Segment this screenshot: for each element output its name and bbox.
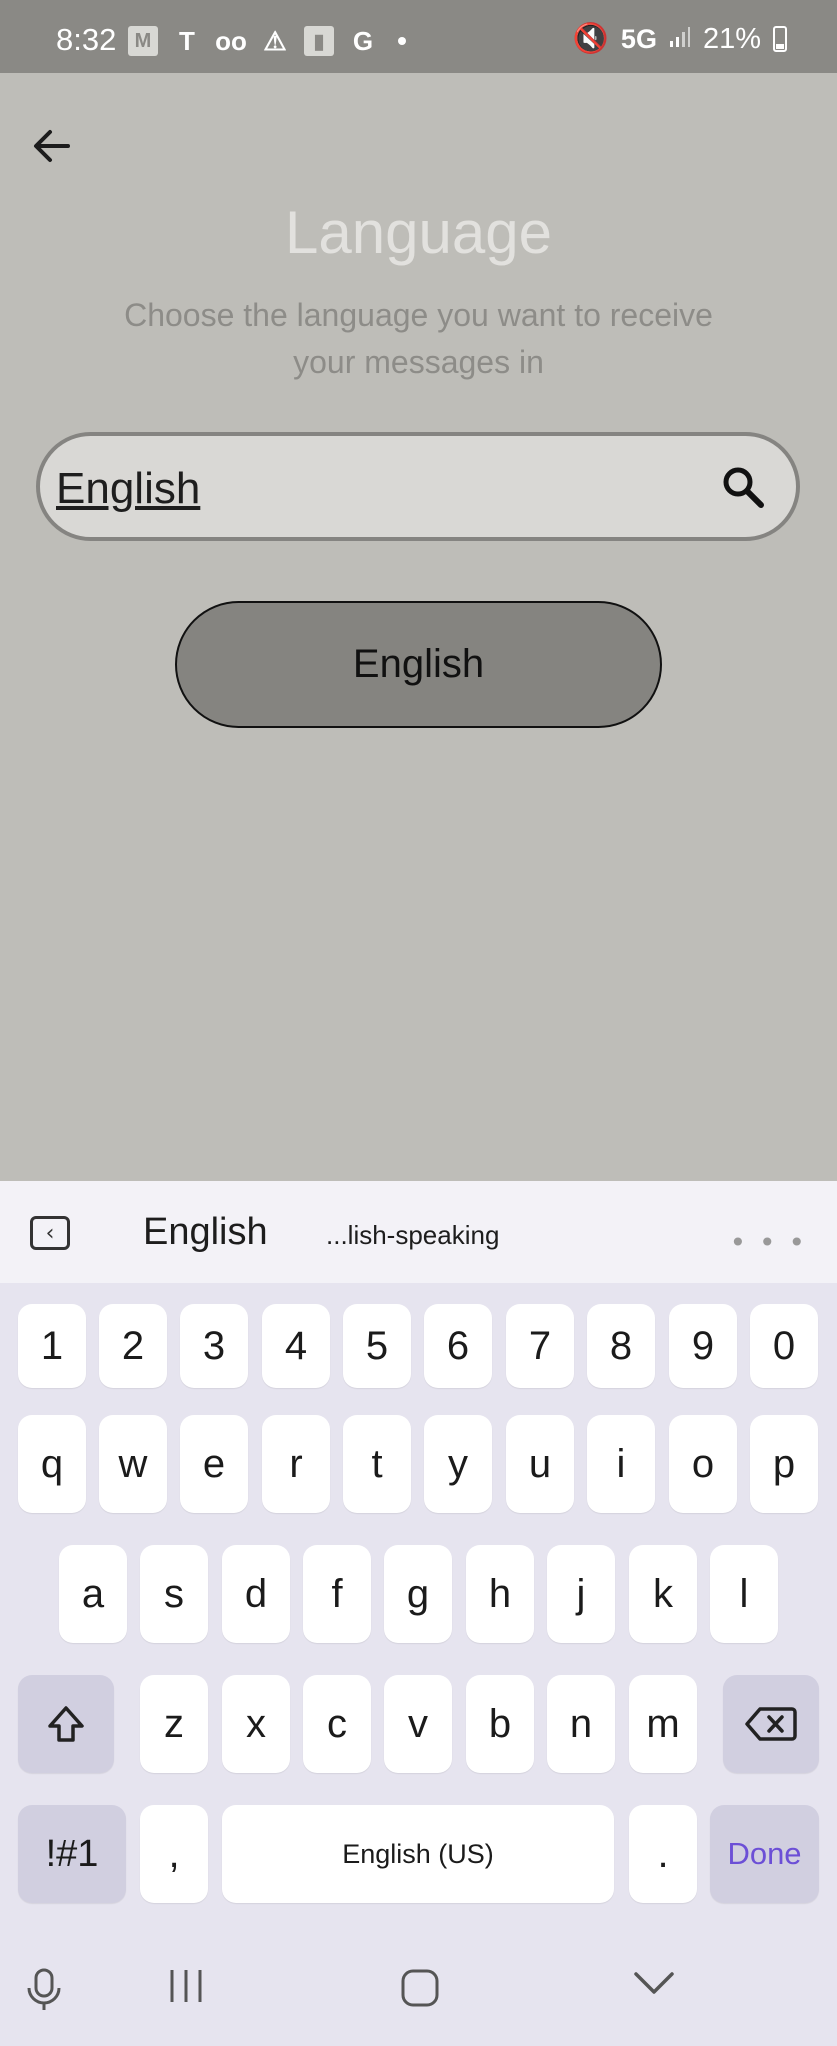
key-8[interactable]: 8: [587, 1304, 655, 1388]
network-type: 5G: [620, 23, 657, 54]
key-f[interactable]: f: [303, 1545, 371, 1643]
key-w[interactable]: w: [99, 1415, 167, 1513]
key-2[interactable]: 2: [99, 1304, 167, 1388]
key-5[interactable]: 5: [343, 1304, 411, 1388]
notification-icons: M T oo ⚠ ▮ G: [128, 26, 406, 56]
key-k[interactable]: k: [629, 1545, 697, 1643]
key-p[interactable]: p: [750, 1415, 818, 1513]
battery-percent: 21%: [702, 22, 761, 55]
period-key[interactable]: .: [629, 1805, 697, 1903]
recent-apps-icon[interactable]: [166, 1968, 206, 2004]
key-a[interactable]: a: [59, 1545, 127, 1643]
file-icon: ▮: [304, 26, 334, 56]
alert-icon: ⚠: [263, 25, 287, 56]
key-u[interactable]: u: [506, 1415, 574, 1513]
language-option-english[interactable]: English: [175, 601, 662, 728]
key-9[interactable]: 9: [669, 1304, 737, 1388]
key-r[interactable]: r: [262, 1415, 330, 1513]
key-o[interactable]: o: [669, 1415, 737, 1513]
key-n[interactable]: n: [547, 1675, 615, 1773]
key-m[interactable]: m: [629, 1675, 697, 1773]
system-status: 🔇 5G 21%: [573, 22, 787, 56]
key-j[interactable]: j: [547, 1545, 615, 1643]
key-h[interactable]: h: [466, 1545, 534, 1643]
hide-keyboard-icon[interactable]: [632, 1968, 676, 1998]
on-screen-keyboard: ‹ English ...lish-speaking • • • 1 2 3 4…: [0, 1181, 837, 2046]
key-b[interactable]: b: [466, 1675, 534, 1773]
key-v[interactable]: v: [384, 1675, 452, 1773]
key-6[interactable]: 6: [424, 1304, 492, 1388]
navigation-bar: [0, 1930, 837, 2046]
symbols-key[interactable]: !#1: [18, 1805, 126, 1903]
language-search-field[interactable]: English: [36, 432, 800, 541]
gmail-icon: M: [128, 26, 158, 56]
key-c[interactable]: c: [303, 1675, 371, 1773]
key-z[interactable]: z: [140, 1675, 208, 1773]
key-e[interactable]: e: [180, 1415, 248, 1513]
more-options-icon[interactable]: • • •: [730, 1226, 807, 1259]
key-l[interactable]: l: [710, 1545, 778, 1643]
google-icon: G: [352, 25, 374, 56]
comma-key[interactable]: ,: [140, 1805, 208, 1903]
suggestion-item[interactable]: ...lish-speaking: [326, 1220, 499, 1251]
key-0[interactable]: 0: [750, 1304, 818, 1388]
t-mobile-icon: T: [179, 25, 195, 56]
microphone-icon[interactable]: [24, 1968, 64, 2012]
key-y[interactable]: y: [424, 1415, 492, 1513]
key-s[interactable]: s: [140, 1545, 208, 1643]
done-key[interactable]: Done: [710, 1805, 819, 1903]
search-icon[interactable]: [720, 464, 766, 510]
key-7[interactable]: 7: [506, 1304, 574, 1388]
key-g[interactable]: g: [384, 1545, 452, 1643]
status-time: 8:32: [56, 22, 117, 57]
page-title: Language: [285, 199, 552, 266]
page-subtitle: Choose the language you want to receive …: [124, 297, 713, 380]
backspace-key[interactable]: [723, 1675, 819, 1773]
key-x[interactable]: x: [222, 1675, 290, 1773]
back-button[interactable]: [28, 122, 76, 170]
key-3[interactable]: 3: [180, 1304, 248, 1388]
space-key[interactable]: English (US): [222, 1805, 614, 1903]
suggestion-item[interactable]: English: [143, 1211, 268, 1254]
battery-icon: [773, 26, 787, 52]
signal-icon: [669, 23, 691, 56]
home-icon[interactable]: [400, 1968, 440, 2008]
key-i[interactable]: i: [587, 1415, 655, 1513]
suggestion-bar: ‹ English ...lish-speaking • • •: [0, 1181, 837, 1283]
key-q[interactable]: q: [18, 1415, 86, 1513]
key-t[interactable]: t: [343, 1415, 411, 1513]
shift-icon: [48, 1706, 84, 1742]
backspace-icon: [745, 1707, 797, 1741]
key-4[interactable]: 4: [262, 1304, 330, 1388]
more-notifications-icon: [398, 37, 406, 45]
collapse-toolbar-icon[interactable]: ‹: [30, 1216, 70, 1250]
voicemail-icon: oo: [215, 25, 247, 56]
status-bar: 8:32 M T oo ⚠ ▮ G 🔇 5G 21%: [0, 0, 837, 73]
key-1[interactable]: 1: [18, 1304, 86, 1388]
mute-icon: 🔇: [572, 23, 609, 55]
arrow-left-icon: [34, 130, 70, 162]
search-input[interactable]: English: [56, 464, 200, 514]
key-d[interactable]: d: [222, 1545, 290, 1643]
shift-key[interactable]: [18, 1675, 114, 1773]
